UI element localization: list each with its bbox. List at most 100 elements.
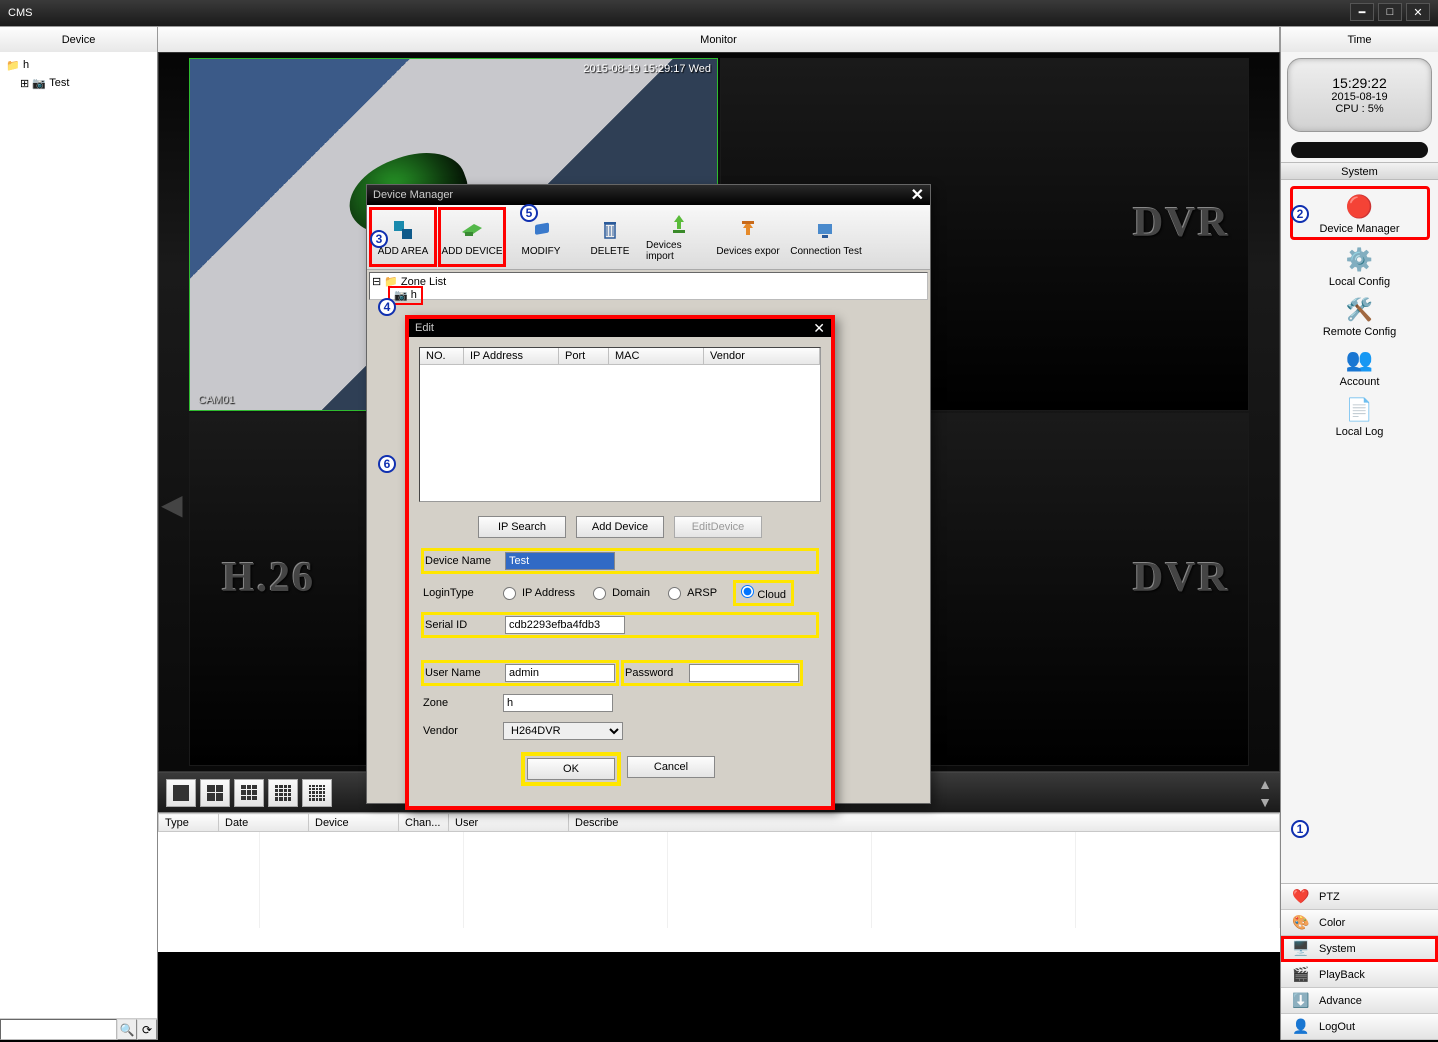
status-pill <box>1291 142 1428 158</box>
refresh-icon: ⟳ <box>142 1023 152 1037</box>
menu-system[interactable]: 🖥️System <box>1281 936 1438 962</box>
connection-test-button[interactable]: Connection Test <box>783 207 869 267</box>
view-3x3-button[interactable] <box>234 779 264 807</box>
header-tab-monitor: Monitor <box>158 27 1280 52</box>
device-tree[interactable]: 📁 h ⊞ 📷 Test <box>0 52 157 1018</box>
radio-ip[interactable] <box>503 587 516 600</box>
radio-cloud[interactable] <box>741 585 754 598</box>
search-input[interactable] <box>0 1019 117 1040</box>
expand-icon[interactable]: ⊞ <box>20 77 29 90</box>
arrow-up-icon: ▲ <box>1258 776 1272 792</box>
local-log-button[interactable]: 📄 Local Log <box>1290 392 1430 440</box>
zone-item-h[interactable]: 📷 h <box>390 288 925 303</box>
log-col-describe[interactable]: Describe <box>569 814 1280 832</box>
device-manager-tree[interactable]: ⊟ 📁 Zone List 📷 h <box>369 272 928 300</box>
add-device-sub-button[interactable]: Add Device <box>576 516 664 538</box>
badge-4: 4 <box>378 298 396 316</box>
device-manager-titlebar[interactable]: Device Manager ✕ <box>367 185 930 205</box>
log-col-device[interactable]: Device <box>309 814 399 832</box>
view-2x2-button[interactable] <box>200 779 230 807</box>
col-mac[interactable]: MAC <box>609 348 704 364</box>
add-device-button[interactable]: ADD DEVICE <box>438 207 506 267</box>
search-button[interactable]: 🔍 <box>117 1019 137 1040</box>
menu-advance[interactable]: ⬇️Advance <box>1281 988 1438 1014</box>
label-user: User Name <box>425 667 499 679</box>
window-maximize-button[interactable]: □ <box>1378 3 1402 21</box>
label-device-name: Device Name <box>425 555 499 567</box>
log-col-type[interactable]: Type <box>159 814 219 832</box>
view-4x4-button[interactable] <box>268 779 298 807</box>
device-list[interactable]: NO. IP Address Port MAC Vendor <box>419 347 821 502</box>
devices-import-button[interactable]: Devices import <box>645 207 713 267</box>
serial-input[interactable] <box>505 616 625 634</box>
dvr-watermark: DVR <box>1133 554 1230 602</box>
device-manager-close-button[interactable]: ✕ <box>911 185 924 205</box>
log-panel: Type Date Device Chan... User Describe <box>158 812 1280 952</box>
log-col-user[interactable]: User <box>449 814 569 832</box>
arrow-down-icon: ▼ <box>1258 794 1272 810</box>
menu-playback[interactable]: 🎬PlayBack <box>1281 962 1438 988</box>
device-manager-toolbar: ADD AREA ADD DEVICE MODIFY DELETE Device… <box>367 205 930 270</box>
log-body[interactable] <box>158 832 1280 950</box>
col-ip[interactable]: IP Address <box>464 348 559 364</box>
device-manager-title: Device Manager <box>373 189 453 201</box>
add-area-icon <box>389 218 417 242</box>
radio-domain[interactable] <box>593 587 606 600</box>
camera-label: CAM01 <box>198 394 235 406</box>
camera-osd: 2015-08-19 15:29:17 Wed <box>583 63 711 75</box>
system-icon: 🖥️ <box>1291 940 1311 957</box>
zone-input <box>503 694 613 712</box>
log-col-date[interactable]: Date <box>219 814 309 832</box>
zone-list-node[interactable]: ⊟ 📁 Zone List <box>372 275 925 288</box>
view-scroll[interactable]: ▲▼ <box>1258 776 1272 810</box>
devices-export-button[interactable]: Devices expor <box>714 207 782 267</box>
advance-icon: ⬇️ <box>1291 992 1311 1009</box>
cancel-button[interactable]: Cancel <box>627 756 715 778</box>
window-close-button[interactable]: ✕ <box>1406 3 1430 21</box>
clock-date: 2015-08-19 <box>1331 91 1387 103</box>
tree-child[interactable]: ⊞ 📷 Test <box>20 74 151 92</box>
user-input[interactable] <box>505 664 615 682</box>
col-no[interactable]: NO. <box>420 348 464 364</box>
radio-arsp[interactable] <box>668 587 681 600</box>
folder-icon: 📁 <box>6 58 20 72</box>
local-config-icon: ⚙️ <box>1342 244 1378 276</box>
header-tabs: Device Monitor Time <box>0 26 1438 52</box>
label-password: Password <box>625 667 683 679</box>
modify-button[interactable]: MODIFY <box>507 207 575 267</box>
nav-left-button[interactable]: ◀ <box>161 488 183 521</box>
delete-button[interactable]: DELETE <box>576 207 644 267</box>
tree-expand-icon: ⊟ <box>372 275 381 288</box>
tree-root[interactable]: 📁 h <box>6 56 151 74</box>
device-icon: 📷 <box>32 76 46 90</box>
ip-search-button[interactable]: IP Search <box>478 516 566 538</box>
col-port[interactable]: Port <box>559 348 609 364</box>
menu-ptz[interactable]: ❤️PTZ <box>1281 884 1438 910</box>
device-manager-button[interactable]: 🔴 Device Manager <box>1290 186 1430 240</box>
password-input[interactable] <box>689 664 799 682</box>
edit-close-button[interactable]: ✕ <box>813 320 825 337</box>
account-button[interactable]: 👥 Account <box>1290 342 1430 390</box>
clock-cpu: CPU : 5% <box>1335 103 1383 115</box>
menu-logout[interactable]: 👤LogOut <box>1281 1014 1438 1040</box>
playback-icon: 🎬 <box>1291 966 1311 983</box>
remote-config-button[interactable]: 🛠️ Remote Config <box>1290 292 1430 340</box>
local-config-button[interactable]: ⚙️ Local Config <box>1290 242 1430 290</box>
ok-button[interactable]: OK <box>527 758 615 780</box>
vendor-select[interactable]: H264DVR <box>503 722 623 740</box>
window-minimize-button[interactable]: ━ <box>1350 3 1374 21</box>
dvr-watermark: DVR <box>1133 199 1230 247</box>
refresh-button[interactable]: ⟳ <box>137 1019 157 1040</box>
menu-color[interactable]: 🎨Color <box>1281 910 1438 936</box>
edit-titlebar[interactable]: Edit ✕ <box>409 319 831 337</box>
log-col-channel[interactable]: Chan... <box>399 814 449 832</box>
view-5x5-button[interactable] <box>302 779 332 807</box>
col-vendor[interactable]: Vendor <box>704 348 820 364</box>
device-name-input[interactable] <box>505 552 615 570</box>
log-table: Type Date Device Chan... User Describe <box>158 813 1280 832</box>
view-1x1-button[interactable] <box>166 779 196 807</box>
connection-test-icon <box>812 218 840 242</box>
local-log-icon: 📄 <box>1342 394 1378 426</box>
account-icon: 👥 <box>1342 344 1378 376</box>
label-zone: Zone <box>423 697 497 709</box>
